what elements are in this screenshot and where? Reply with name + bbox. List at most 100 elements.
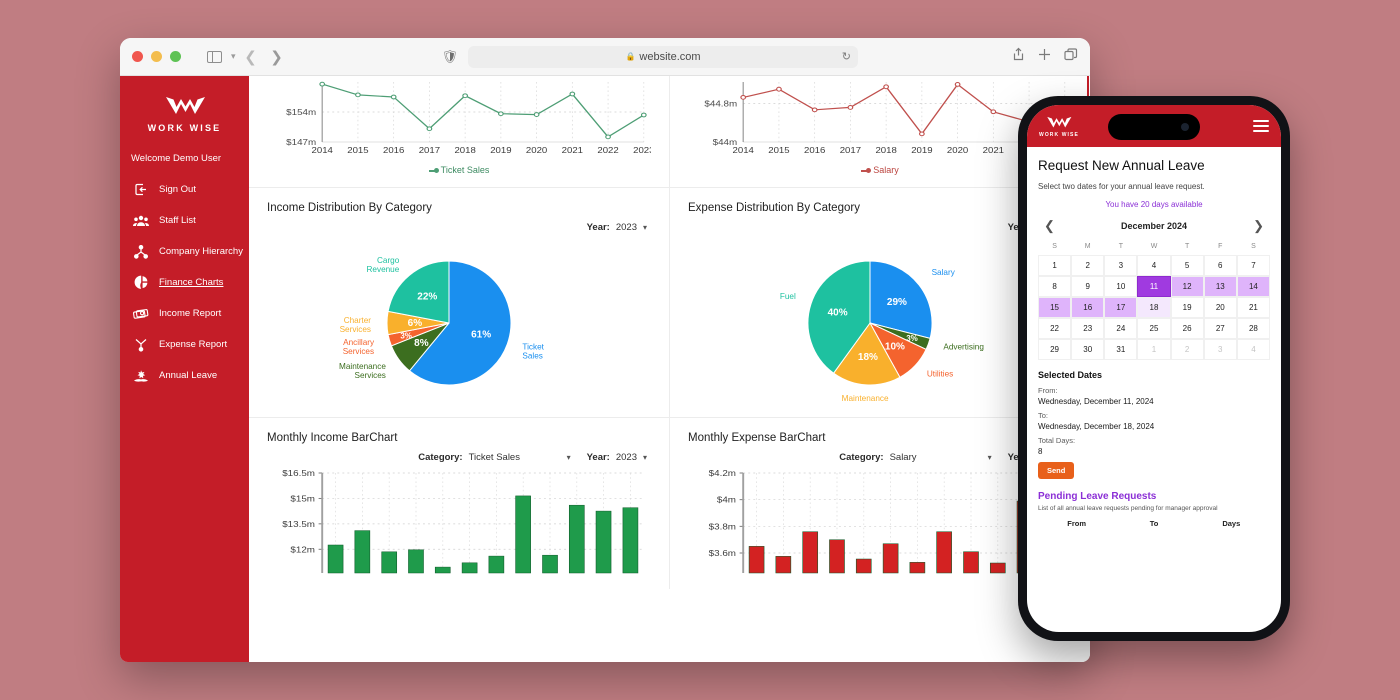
calendar-day-cell[interactable]: 7 (1236, 255, 1270, 276)
sign-out-icon (133, 182, 149, 197)
sidebar-toggle-icon[interactable] (203, 46, 225, 68)
workwise-logo-icon (165, 97, 205, 114)
calendar-day-cell[interactable]: 22 (1038, 318, 1072, 339)
sidebar-item-sign-out[interactable]: Sign Out (120, 174, 249, 205)
sidebar-item-finance-charts[interactable]: Finance Charts (120, 267, 249, 298)
svg-text:MaintenanceServices: Maintenance Services (339, 362, 386, 380)
reload-icon[interactable]: ↻ (842, 50, 851, 63)
calendar-day-cell[interactable]: 6 (1203, 255, 1237, 276)
phone-notch (1108, 114, 1200, 140)
calendar-next-month-button[interactable]: ❯ (1253, 218, 1264, 234)
svg-text:$154m: $154m (286, 108, 316, 117)
income-pie-year-select[interactable]: Year: 2023 ▾ (587, 222, 647, 233)
svg-text:2020: 2020 (526, 146, 547, 155)
selected-dates-heading: Selected Dates (1038, 370, 1103, 380)
calendar-day-cell[interactable]: 25 (1137, 318, 1171, 339)
calendar-day-cell[interactable]: 27 (1203, 318, 1237, 339)
calendar-day-cell[interactable]: 29 (1038, 339, 1072, 360)
calendar-prev-month-button[interactable]: ❮ (1044, 218, 1055, 234)
svg-text:10%: 10% (885, 341, 905, 352)
calendar-day-cell[interactable]: 16 (1071, 297, 1105, 318)
panel-title: Monthly Income BarChart (267, 432, 398, 444)
calendar-day-cell[interactable]: 10 (1104, 276, 1138, 297)
shield-icon[interactable]: 🛡 (442, 49, 459, 65)
svg-text:AncillaryServices: Ancillary Services (343, 338, 375, 356)
calendar-day-cell[interactable]: 12 (1170, 276, 1204, 297)
calendar-day-cell[interactable]: 17 (1104, 297, 1138, 318)
calendar-day-cell: 4 (1236, 339, 1270, 360)
panel-title: Expense Distribution By Category (688, 202, 860, 214)
ticket-sales-line-panel: $147m $154m 2014 2015 2016 2017 2018 2019 2020 20… (249, 76, 669, 187)
forward-button[interactable]: ❯ (266, 46, 288, 68)
expense-bar-controls: Category: Salary ▾ Year: 2023 ▾ (688, 452, 1068, 463)
send-button[interactable]: Send (1038, 462, 1075, 479)
expense-bar-category-select[interactable]: Category: Salary ▾ (839, 452, 991, 463)
to-label: To: (1038, 411, 1049, 420)
total-days-label: Total Days: (1038, 436, 1076, 445)
calendar-day-cell[interactable]: 13 (1203, 276, 1237, 297)
calendar-day-cell[interactable]: 3 (1104, 255, 1138, 276)
sidebar-item-label: Expense Report (159, 339, 228, 350)
hamburger-menu-icon[interactable] (1253, 120, 1269, 132)
pending-column-header: To (1149, 519, 1159, 528)
brand-logo[interactable]: WORK WISE (120, 90, 249, 149)
minimize-window-button[interactable] (151, 51, 162, 62)
calendar-day-cell[interactable]: 19 (1170, 297, 1204, 318)
svg-text:$15m: $15m (290, 494, 315, 503)
maximize-window-button[interactable] (170, 51, 181, 62)
calendar-day-cell[interactable]: 14 (1236, 276, 1270, 297)
sidebar-item-expense-report[interactable]: Expense Report (120, 329, 249, 360)
category-label: Category: (418, 452, 463, 463)
calendar-day-cell[interactable]: 24 (1104, 318, 1138, 339)
url-text: website.com (639, 50, 701, 63)
lock-icon: 🔒 (625, 52, 636, 61)
calendar-day-cell[interactable]: 11 (1137, 276, 1171, 297)
calendar-day-cell[interactable]: 4 (1137, 255, 1171, 276)
phone-brand-logo[interactable]: WORK WISE (1039, 115, 1079, 138)
calendar-day-cell[interactable]: 26 (1170, 318, 1204, 339)
pending-column-header: From (1067, 519, 1087, 528)
calendar-day-cell[interactable]: 9 (1071, 276, 1105, 297)
income-pie-controls: Year: 2023 ▾ (267, 222, 647, 233)
calendar-day-cell[interactable]: 15 (1038, 297, 1072, 318)
sidebar-item-income-report[interactable]: Income Report (120, 298, 249, 329)
browser-window: ▾ ❮ ❯ 🛡 🔒 website.com ↻ WORK WISE Welcom… (120, 38, 1090, 662)
legend-swatch (861, 167, 872, 173)
income-bar-year-select[interactable]: Year: 2023 ▾ (587, 452, 647, 463)
sidebar-item-label: Income Report (159, 308, 222, 319)
front-camera-icon (1181, 123, 1189, 131)
sidebar-item-staff-list[interactable]: Staff List (120, 205, 249, 236)
svg-text:Maintenance: Maintenance (842, 394, 889, 403)
svg-text:22%: 22% (417, 292, 437, 303)
back-button[interactable]: ❮ (240, 46, 262, 68)
svg-text:40%: 40% (828, 308, 848, 319)
calendar-day-cell[interactable]: 20 (1203, 297, 1237, 318)
calendar-day-cell[interactable]: 31 (1104, 339, 1138, 360)
chevron-down-icon[interactable]: ▾ (231, 51, 236, 62)
calendar-day-cell[interactable]: 18 (1137, 297, 1171, 318)
svg-text:Utilities: Utilities (927, 369, 953, 378)
income-bar-category-select[interactable]: Category: Ticket Sales ▾ (418, 452, 570, 463)
plus-icon[interactable] (1038, 48, 1051, 66)
calendar-day-cell[interactable]: 8 (1038, 276, 1072, 297)
svg-text:$12m: $12m (290, 545, 315, 554)
address-bar[interactable]: 🔒 website.com ↻ (468, 45, 859, 68)
salary-line-chart: $44m $44.8m 2014 2015 2016 2017 2018 2019 2020 20… (688, 76, 1076, 164)
calendar-day-cell[interactable]: 5 (1170, 255, 1204, 276)
svg-text:CargoRevenue: Cargo Revenue (367, 256, 400, 274)
calendar-dow: W (1150, 243, 1158, 250)
calendar-day-cell[interactable]: 28 (1236, 318, 1270, 339)
share-icon[interactable] (1012, 47, 1025, 66)
calendar-day-cell[interactable]: 30 (1071, 339, 1105, 360)
sidebar-item-annual-leave[interactable]: Annual Leave (120, 360, 249, 391)
close-window-button[interactable] (132, 51, 143, 62)
calendar-day-cell[interactable]: 23 (1071, 318, 1105, 339)
calendar-day-cell[interactable]: 2 (1071, 255, 1105, 276)
svg-text:61%: 61% (471, 330, 491, 341)
calendar-day-cell[interactable]: 1 (1038, 255, 1072, 276)
income-pie-area: 61% Ticket Sales 8% Maintenance Services 3% Anc… (267, 237, 651, 405)
calendar-day-cell[interactable]: 21 (1236, 297, 1270, 318)
sidebar-item-company-hierarchy[interactable]: Company Hierarchy (120, 236, 249, 267)
tabs-overview-icon[interactable] (1064, 47, 1078, 66)
svg-text:2015: 2015 (768, 146, 789, 155)
